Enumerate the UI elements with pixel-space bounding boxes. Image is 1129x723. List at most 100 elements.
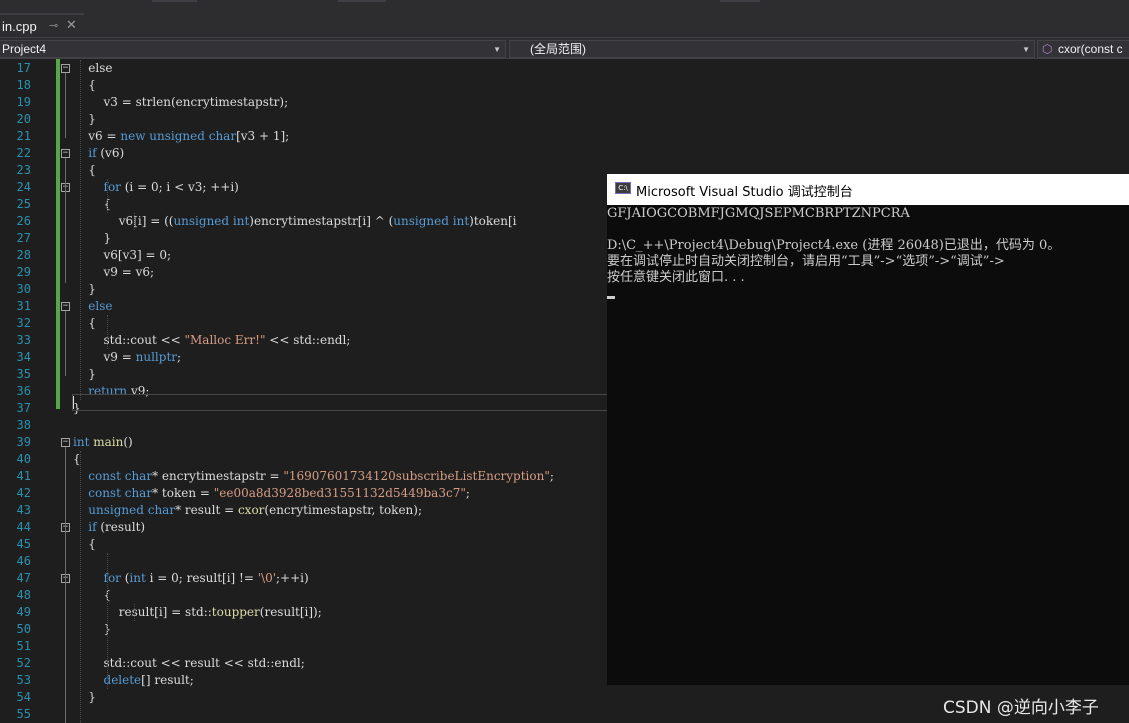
code-text: v9 = nullptr;	[73, 350, 182, 364]
collapse-icon[interactable]: −	[61, 149, 70, 158]
line-number: 49	[16, 605, 31, 619]
close-icon[interactable]: ✕	[66, 18, 77, 33]
collapse-icon[interactable]: −	[61, 302, 70, 311]
line-number: 20	[16, 112, 31, 126]
member-dropdown[interactable]: ⬡ cxor(const c	[1037, 40, 1129, 58]
line-number: 44	[16, 520, 31, 534]
indent-guide	[107, 553, 108, 689]
code-text: const char* encrytimestapstr = "16907601…	[73, 469, 554, 483]
tab-strip-divider	[152, 0, 197, 2]
code-line[interactable]: 21 v6 = new unsigned char[v3 + 1];	[0, 128, 1129, 145]
indent-guide	[107, 179, 108, 213]
code-text: result[i] = std::toupper(result[i]);	[73, 605, 322, 619]
code-line[interactable]: 17 − else	[0, 60, 1129, 77]
indent-guide	[134, 604, 135, 621]
console-output-line: 要在调试停止时自动关闭控制台，请启用“工具”->“选项”->“调试”->	[607, 254, 1005, 269]
code-text: }	[73, 690, 96, 704]
code-text: {	[73, 197, 112, 211]
indent-guide	[107, 315, 108, 349]
console-title: Microsoft Visual Studio 调试控制台	[636, 185, 853, 200]
indent-guide	[80, 60, 81, 400]
code-text: }	[73, 622, 112, 636]
line-number: 34	[16, 350, 31, 364]
indent-guide	[80, 451, 81, 723]
line-number: 21	[16, 129, 31, 143]
console-output-line: GFJAIOGCOBMFJGMQJSEPMCBRPTZNPCRA	[607, 206, 910, 221]
console-output-line: 按任意键关闭此窗口. . .	[607, 270, 745, 285]
line-number: 50	[16, 622, 31, 636]
fold-region-line	[65, 583, 66, 623]
tab-strip-divider	[720, 0, 760, 2]
code-text: v6[v3] = 0;	[73, 248, 172, 262]
line-number: 42	[16, 486, 31, 500]
debug-console-window[interactable]: C:\ Microsoft Visual Studio 调试控制台 GFJAIO…	[607, 174, 1129, 685]
line-number: 31	[16, 299, 31, 313]
code-text: std::cout << "Malloc Err!" << std::endl;	[73, 333, 351, 347]
line-number: 36	[16, 384, 31, 398]
line-number: 18	[16, 78, 31, 92]
tab-main-cpp[interactable]: in.cpp ⊸ ✕	[0, 13, 84, 37]
code-line[interactable]: 22− if (v6)	[0, 145, 1129, 162]
tab-strip-divider	[338, 0, 386, 2]
current-line-highlight	[72, 394, 612, 411]
line-number: 38	[16, 418, 31, 432]
console-app-icon: C:\	[615, 182, 631, 194]
line-number: 29	[16, 265, 31, 279]
indent-guide	[134, 213, 135, 230]
console-title-bar[interactable]: C:\ Microsoft Visual Studio 调试控制台	[607, 174, 1129, 205]
pin-icon[interactable]: ⊸	[49, 19, 58, 32]
line-number: 52	[16, 656, 31, 670]
collapse-icon[interactable]: −	[61, 438, 70, 447]
scope-dropdown[interactable]: (全局范围) ▼	[509, 40, 1035, 58]
line-number: 26	[16, 214, 31, 228]
code-text: unsigned char* result = cxor(encrytimest…	[73, 503, 423, 517]
line-number: 23	[16, 163, 31, 177]
line-number: 35	[16, 367, 31, 381]
line-number: 46	[16, 554, 31, 568]
code-text: v3 = strlen(encrytimestapstr);	[73, 95, 289, 109]
code-text: v6[i] = ((unsigned int)encrytimestapstr[…	[73, 214, 517, 228]
line-number: 22	[16, 146, 31, 160]
member-dropdown-value: cxor(const c	[1058, 42, 1123, 56]
code-text: {	[73, 163, 96, 177]
fold-region-line	[65, 192, 66, 245]
code-text: for (i = 0; i < v3; ++i)	[73, 180, 239, 194]
line-number: 47	[16, 571, 31, 585]
code-text: }	[73, 367, 96, 381]
line-number: 33	[16, 333, 31, 347]
code-text: {	[73, 537, 96, 551]
code-text: {	[73, 316, 96, 330]
code-text: const char* token = "ee00a8d3928bed31551…	[73, 486, 470, 500]
code-line[interactable]: 18 {	[0, 77, 1129, 94]
method-cube-icon: ⬡	[1042, 42, 1053, 56]
chevron-down-icon: ▼	[1022, 45, 1030, 54]
line-number: 51	[16, 639, 31, 653]
line-number: 45	[16, 537, 31, 551]
code-text: delete[] result;	[73, 673, 194, 687]
code-text: {	[73, 588, 112, 602]
line-number: 17	[16, 61, 31, 75]
code-text: int main()	[73, 435, 133, 449]
line-number: 30	[16, 282, 31, 296]
console-output-line: D:\C_++\Project4\Debug\Project4.exe (进程 …	[607, 238, 1061, 253]
code-line[interactable]: 19 v3 = strlen(encrytimestapstr);	[0, 94, 1129, 111]
line-number: 54	[16, 690, 31, 704]
code-text: if (result)	[73, 520, 146, 534]
code-text: v9 = v6;	[73, 265, 155, 279]
line-number: 48	[16, 588, 31, 602]
fold-region-line	[65, 73, 66, 138]
scope-dropdown-value: (全局范围)	[530, 42, 586, 56]
code-line[interactable]: 20 }	[0, 111, 1129, 128]
line-number: 28	[16, 248, 31, 262]
code-text: for (int i = 0; result[i] != '\0';++i)	[73, 571, 309, 585]
line-number: 19	[16, 95, 31, 109]
line-number: 40	[16, 452, 31, 466]
code-text: v6 = new unsigned char[v3 + 1];	[73, 129, 290, 143]
project-dropdown[interactable]: Project4 ▼	[0, 40, 506, 58]
line-number: 37	[16, 401, 31, 415]
collapse-icon[interactable]: −	[61, 64, 70, 73]
project-dropdown-value: Project4	[2, 42, 47, 56]
document-tab-bar: in.cpp ⊸ ✕	[0, 0, 1129, 37]
line-number: 32	[16, 316, 31, 330]
line-number: 53	[16, 673, 31, 687]
